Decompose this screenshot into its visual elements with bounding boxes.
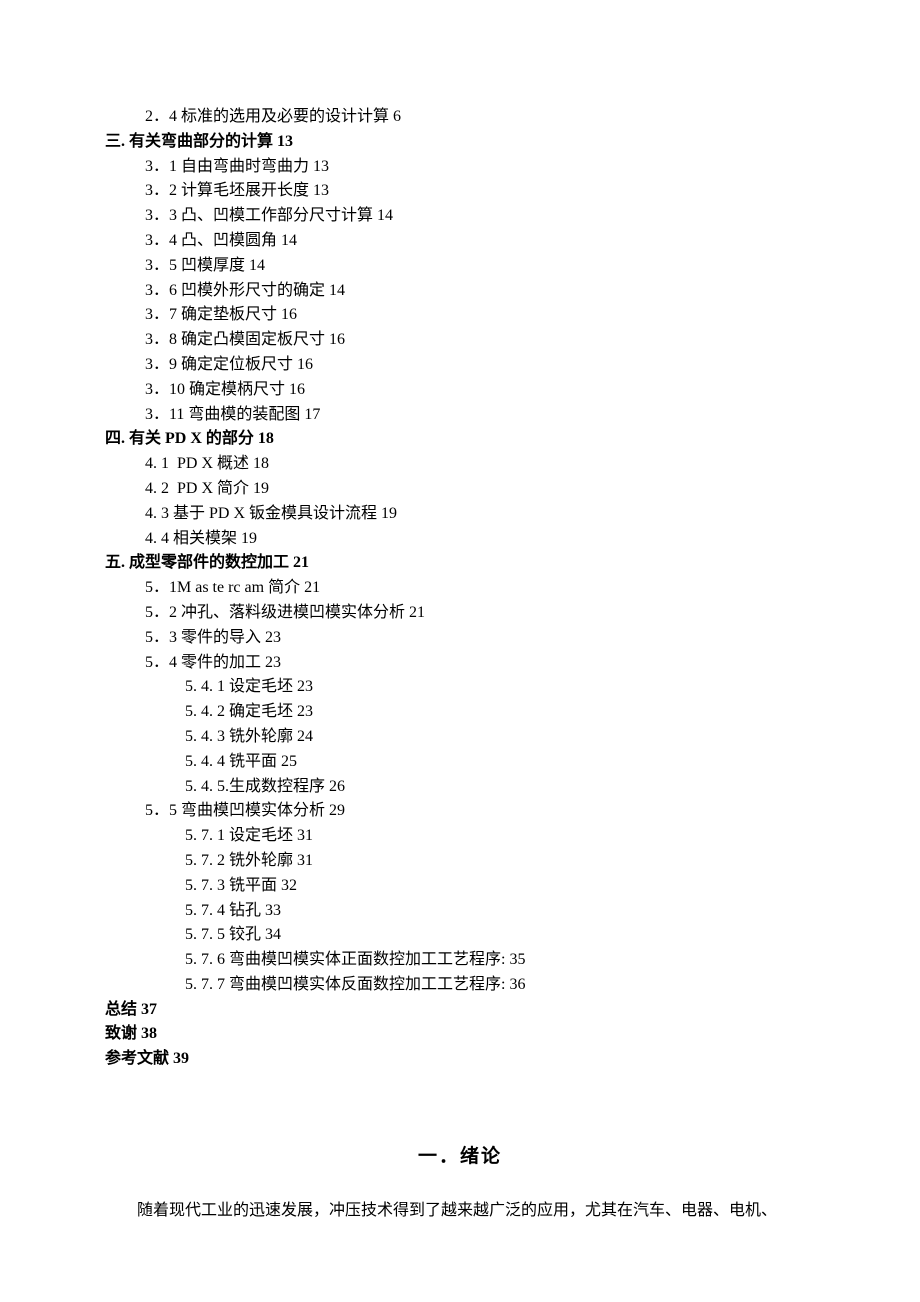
toc-entry: 5. 7. 5 铰孔 34	[185, 923, 815, 948]
toc-entry: 5．5 弯曲模凹模实体分析 29	[145, 799, 815, 824]
toc-entry: 4. 2 PD X 简介 19	[145, 477, 815, 502]
section-heading: 一．绪论	[105, 1142, 815, 1171]
toc-entry: 3．1 自由弯曲时弯曲力 13	[145, 155, 815, 180]
toc-entry: 5．1M as te rc am 简介 21	[145, 576, 815, 601]
toc-entry: 5. 4. 1 设定毛坯 23	[185, 675, 815, 700]
toc-entry: 参考文献 39	[105, 1047, 815, 1072]
toc-entry: 5. 4. 5.生成数控程序 26	[185, 775, 815, 800]
toc-entry: 5．3 零件的导入 23	[145, 626, 815, 651]
toc-entry: 5. 7. 2 铣外轮廓 31	[185, 849, 815, 874]
toc-entry: 4. 3 基于 PD X 钣金模具设计流程 19	[145, 502, 815, 527]
toc-entry: 3．6 凹模外形尺寸的确定 14	[145, 279, 815, 304]
toc-entry: 三. 有关弯曲部分的计算 13	[105, 130, 815, 155]
toc-entry: 4. 4 相关模架 19	[145, 527, 815, 552]
toc-entry: 致谢 38	[105, 1022, 815, 1047]
toc-entry: 5. 7. 6 弯曲模凹模实体正面数控加工工艺程序: 35	[185, 948, 815, 973]
toc-entry: 5. 7. 7 弯曲模凹模实体反面数控加工工艺程序: 36	[185, 973, 815, 998]
body-paragraph: 随着现代工业的迅速发展，冲压技术得到了越来越广泛的应用，尤其在汽车、电器、电机、	[105, 1197, 815, 1224]
toc-entry: 3．5 凹模厚度 14	[145, 254, 815, 279]
toc-entry: 3．10 确定模柄尺寸 16	[145, 378, 815, 403]
toc-entry: 3．4 凸、凹模圆角 14	[145, 229, 815, 254]
table-of-contents: 2．4 标准的选用及必要的设计计算 6三. 有关弯曲部分的计算 133．1 自由…	[105, 105, 815, 1072]
toc-entry: 5. 7. 3 铣平面 32	[185, 874, 815, 899]
toc-entry: 四. 有关 PD X 的部分 18	[105, 427, 815, 452]
toc-entry: 5．2 冲孔、落料级进模凹模实体分析 21	[145, 601, 815, 626]
document-page: 2．4 标准的选用及必要的设计计算 6三. 有关弯曲部分的计算 133．1 自由…	[0, 0, 920, 1284]
toc-entry: 总结 37	[105, 998, 815, 1023]
toc-entry: 3．7 确定垫板尺寸 16	[145, 303, 815, 328]
toc-entry: 5. 7. 1 设定毛坯 31	[185, 824, 815, 849]
toc-entry: 3．2 计算毛坯展开长度 13	[145, 179, 815, 204]
toc-entry: 5. 7. 4 钻孔 33	[185, 899, 815, 924]
toc-entry: 五. 成型零部件的数控加工 21	[105, 551, 815, 576]
toc-entry: 4. 1 PD X 概述 18	[145, 452, 815, 477]
toc-entry: 3．8 确定凸模固定板尺寸 16	[145, 328, 815, 353]
toc-entry: 5．4 零件的加工 23	[145, 651, 815, 676]
toc-entry: 5. 4. 2 确定毛坯 23	[185, 700, 815, 725]
toc-entry: 2．4 标准的选用及必要的设计计算 6	[145, 105, 815, 130]
toc-entry: 3．3 凸、凹模工作部分尺寸计算 14	[145, 204, 815, 229]
toc-entry: 3．9 确定定位板尺寸 16	[145, 353, 815, 378]
toc-entry: 5. 4. 3 铣外轮廓 24	[185, 725, 815, 750]
toc-entry: 5. 4. 4 铣平面 25	[185, 750, 815, 775]
toc-entry: 3．11 弯曲模的装配图 17	[145, 403, 815, 428]
